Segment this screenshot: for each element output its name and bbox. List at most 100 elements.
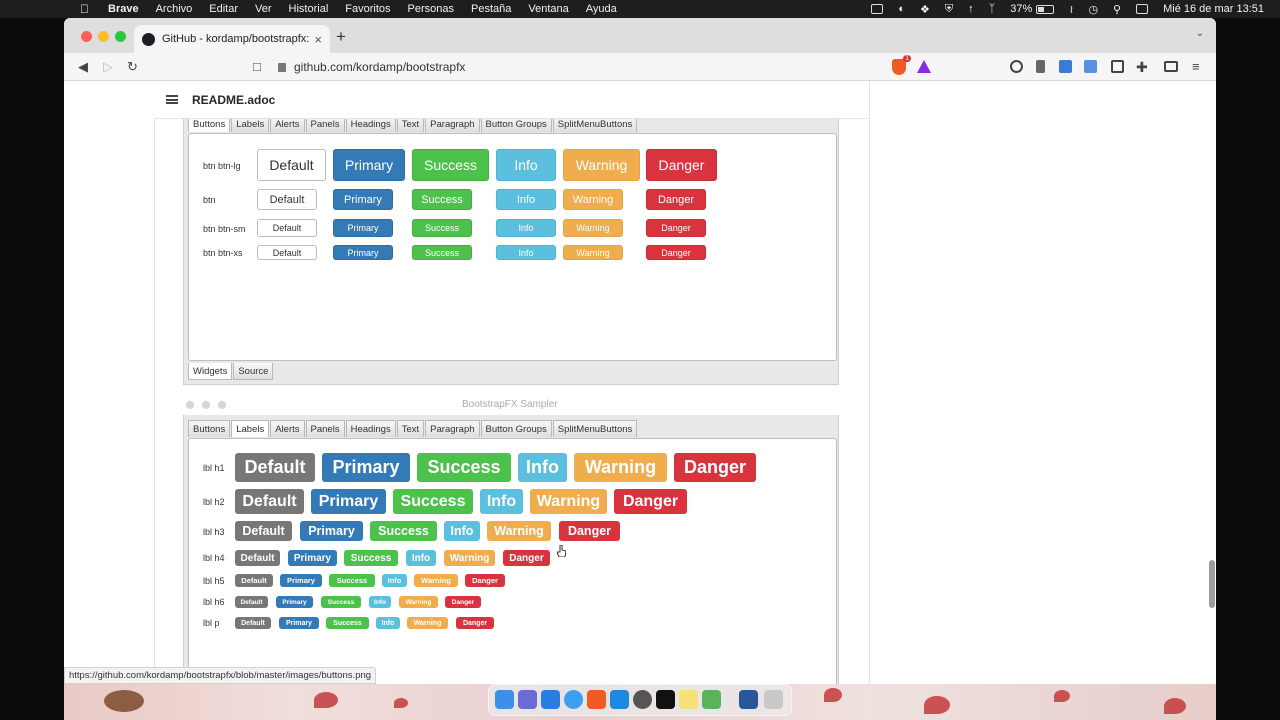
btn-xs-default[interactable]: Default (257, 245, 317, 260)
lbl-h4-primary: Primary (288, 550, 337, 566)
menu-editar[interactable]: Editar (209, 3, 238, 15)
antenna-icon[interactable]: ↑ (968, 3, 974, 15)
system-preferences-icon[interactable] (633, 690, 652, 709)
extension-1-icon[interactable] (1010, 60, 1023, 73)
sampler2-tab-text[interactable]: Text (396, 420, 425, 437)
sampler2-tab-alerts[interactable]: Alerts (270, 420, 305, 437)
btn-lg-success[interactable]: Success (412, 149, 489, 181)
translate-icon[interactable] (1084, 60, 1097, 73)
contrast-icon[interactable]: ◐ (898, 3, 905, 15)
safari-icon[interactable] (564, 690, 583, 709)
forward-icon[interactable]: ▷ (103, 59, 113, 75)
spotlight-search-icon[interactable]: ⚲ (1113, 3, 1121, 16)
btn-lg-primary[interactable]: Primary (333, 149, 405, 181)
brave-shield-icon[interactable]: 1 (892, 55, 911, 75)
menu-personas[interactable]: Personas (408, 3, 454, 15)
close-tab-icon[interactable]: × (314, 32, 322, 47)
menu-pestana[interactable]: Pestaña (471, 3, 511, 15)
new-tab-button[interactable]: + (336, 27, 346, 47)
sampler2-tab-buttons[interactable]: Buttons (188, 420, 231, 437)
btn-lg-warning[interactable]: Warning (563, 149, 640, 181)
sampler2-tab-splitmenubuttons[interactable]: SplitMenuButtons (552, 420, 638, 437)
sampler2-tab-paragraph[interactable]: Paragraph (425, 420, 480, 437)
sampler2-tab-labels[interactable]: Labels (231, 420, 270, 437)
sampler2-tab-panels[interactable]: Panels (305, 420, 345, 437)
extension-2-icon[interactable] (1036, 60, 1045, 73)
screen-record-icon[interactable] (871, 4, 884, 14)
tab-source[interactable]: Source (233, 363, 274, 380)
menu-icon[interactable]: ≡ (1192, 59, 1200, 74)
control-center-icon[interactable] (1136, 4, 1149, 14)
btn-xs-primary[interactable]: Primary (333, 245, 393, 260)
menu-ventana[interactable]: Ventana (528, 3, 568, 15)
menu-historial[interactable]: Historial (289, 3, 329, 15)
btn-lg-info[interactable]: Info (496, 149, 556, 181)
extensions-icon[interactable]: ✚ (1136, 59, 1148, 76)
menu-ver[interactable]: Ver (255, 3, 272, 15)
dropbox-icon[interactable]: ❖ (920, 3, 930, 16)
btn-lg-default[interactable]: Default (257, 149, 326, 181)
btn-default[interactable]: Default (257, 189, 317, 210)
brave-rewards-icon[interactable] (917, 60, 931, 73)
xcode-icon[interactable] (610, 690, 629, 709)
menu-favoritos[interactable]: Favoritos (345, 3, 390, 15)
btn-sm-warning[interactable]: Warning (563, 219, 623, 237)
btn-success[interactable]: Success (412, 189, 472, 210)
app-store-icon[interactable] (541, 690, 560, 709)
sampler2-zoom-icon[interactable] (218, 401, 226, 409)
menu-ayuda[interactable]: Ayuda (586, 3, 617, 15)
btn-lg-danger[interactable]: Danger (646, 149, 717, 181)
btn-xs-danger[interactable]: Danger (646, 245, 706, 260)
terminal-icon[interactable] (656, 690, 675, 709)
wallet-icon[interactable] (1164, 61, 1178, 72)
btn-xs-success[interactable]: Success (412, 245, 472, 260)
menu-archivo[interactable]: Archivo (156, 3, 193, 15)
sampler2-tab-button-groups[interactable]: Button Groups (480, 420, 552, 437)
sampler2-tab-headings[interactable]: Headings (345, 420, 396, 437)
btn-xs-warning[interactable]: Warning (563, 245, 623, 260)
btn-primary[interactable]: Primary (333, 189, 393, 210)
trash-icon[interactable] (764, 690, 783, 709)
apple-icon[interactable]:  (80, 2, 94, 16)
btn-sm-success[interactable]: Success (412, 219, 472, 237)
zoom-window-icon[interactable] (115, 31, 126, 42)
btn-sm-primary[interactable]: Primary (333, 219, 393, 237)
btn-info[interactable]: Info (496, 189, 556, 210)
tab-search-chevron-icon[interactable]: ⌄ (1196, 28, 1204, 39)
launchpad-icon[interactable] (518, 690, 537, 709)
brave-icon[interactable] (587, 690, 606, 709)
intellij-icon[interactable] (702, 690, 721, 709)
menu-app-name[interactable]: Brave (108, 3, 139, 15)
notes-icon[interactable] (679, 690, 698, 709)
bookmark-icon[interactable]: □ (253, 59, 261, 74)
wifi-icon[interactable]: ≀ (1069, 3, 1073, 16)
btn-sm-default[interactable]: Default (257, 219, 317, 237)
word-icon[interactable] (739, 690, 758, 709)
minimize-window-icon[interactable] (98, 31, 109, 42)
shield-icon[interactable]: ⛨ (945, 3, 953, 16)
btn-danger[interactable]: Danger (646, 189, 706, 210)
outline-list-icon[interactable] (166, 95, 178, 104)
menubar-datetime[interactable]: Mié 16 de mar 13:51 (1163, 3, 1264, 15)
sampler2-minimize-icon[interactable] (202, 401, 210, 409)
extension-5-icon[interactable] (1111, 60, 1124, 73)
btn-xs-info[interactable]: Info (496, 245, 556, 260)
extension-3-icon[interactable] (1059, 60, 1072, 73)
page-scrollbar[interactable] (1209, 560, 1215, 608)
finder-icon[interactable] (495, 690, 514, 709)
sampler2-close-icon[interactable] (186, 401, 194, 409)
close-window-icon[interactable] (81, 31, 92, 42)
back-icon[interactable]: ◀ (78, 59, 88, 75)
sampler1-page: btn btn-lg Default Primary Success Info … (188, 133, 837, 361)
clock-icon[interactable]: ◷ (1088, 3, 1098, 16)
reload-icon[interactable]: ↻ (127, 59, 138, 75)
battery-icon[interactable] (1036, 4, 1055, 14)
browser-tab[interactable]: GitHub - kordamp/bootstrapfx: × (134, 25, 330, 53)
btn-sm-info[interactable]: Info (496, 219, 556, 237)
bluetooth-icon[interactable]: ᛉ (989, 3, 996, 15)
btn-sm-danger[interactable]: Danger (646, 219, 706, 237)
btn-warning[interactable]: Warning (563, 189, 623, 210)
tab-widgets[interactable]: Widgets (188, 363, 233, 380)
address-bar[interactable]: github.com/kordamp/bootstrapfx (278, 55, 880, 79)
lock-icon (278, 62, 286, 72)
